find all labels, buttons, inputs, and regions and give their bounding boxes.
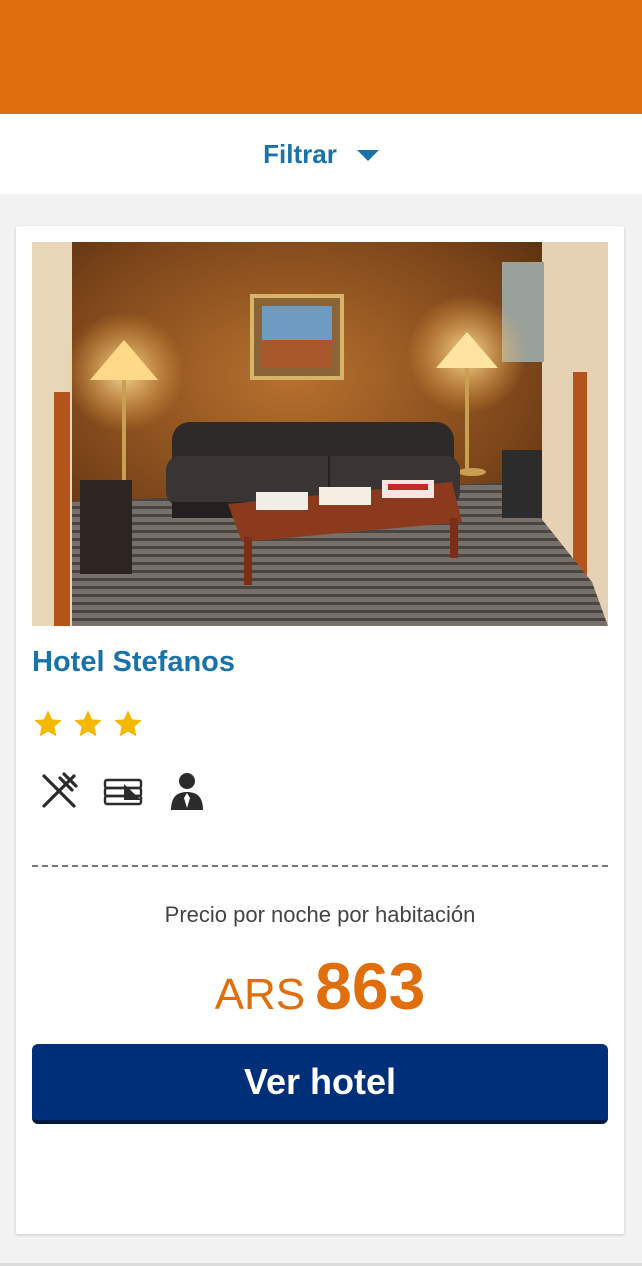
filter-label: Filtrar bbox=[263, 138, 337, 169]
filter-button[interactable]: Filtrar bbox=[263, 139, 379, 170]
price-currency: ARS bbox=[214, 970, 306, 1019]
price-amount: 863 bbox=[315, 949, 426, 1023]
caret-down-icon bbox=[356, 149, 379, 161]
view-hotel-button[interactable]: Ver hotel bbox=[32, 1044, 608, 1124]
star-rating bbox=[32, 708, 152, 740]
filter-bar: Filtrar bbox=[0, 114, 642, 194]
top-header-bar bbox=[0, 0, 642, 114]
price-caption: Precio por noche por habitación bbox=[164, 902, 476, 927]
towels-icon bbox=[103, 778, 143, 806]
star-icon bbox=[74, 710, 102, 737]
divider bbox=[32, 865, 608, 867]
hotel-photo[interactable] bbox=[32, 242, 608, 626]
price: ARS 863 bbox=[16, 948, 624, 1024]
hotel-card: Hotel Stefanos Precio por noche por habi… bbox=[16, 226, 624, 1234]
concierge-icon bbox=[171, 773, 203, 810]
fork-knife-icon bbox=[42, 772, 78, 808]
star-icon bbox=[34, 710, 62, 737]
amenities-list bbox=[38, 770, 230, 812]
star-icon bbox=[114, 710, 142, 737]
hotel-name-link[interactable]: Hotel Stefanos bbox=[32, 646, 235, 679]
